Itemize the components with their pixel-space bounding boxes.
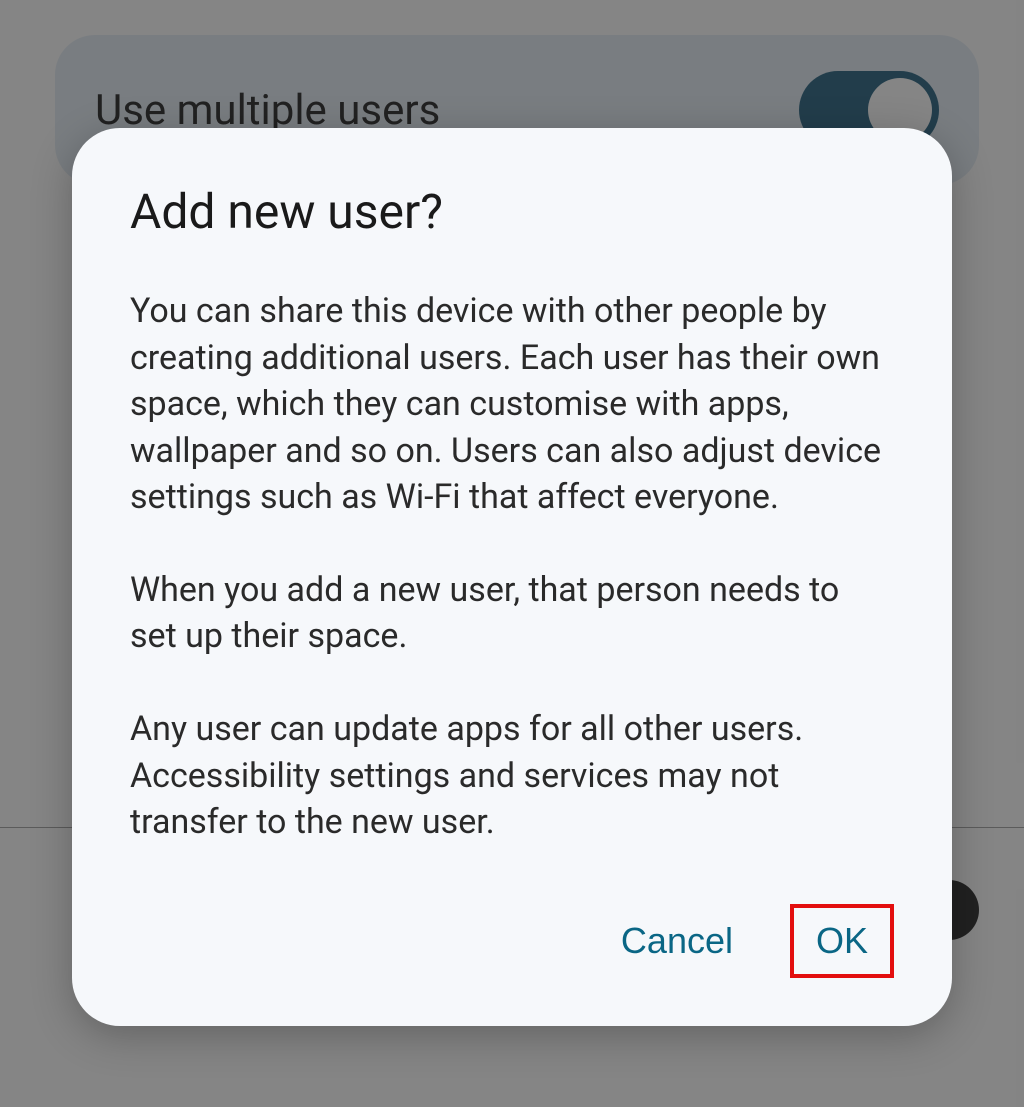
- dialog-paragraph: Any user can update apps for all other u…: [130, 706, 894, 846]
- dialog-paragraph: When you add a new user, that person nee…: [130, 567, 894, 660]
- ok-button-highlight: OK: [790, 904, 894, 978]
- add-user-dialog: Add new user? You can share this device …: [72, 128, 952, 1026]
- dialog-actions: Cancel OK: [130, 904, 894, 978]
- ok-button[interactable]: OK: [816, 920, 868, 962]
- dialog-paragraph: You can share this device with other peo…: [130, 288, 894, 521]
- dialog-title: Add new user?: [130, 183, 894, 240]
- dialog-body: You can share this device with other peo…: [130, 288, 894, 846]
- cancel-button[interactable]: Cancel: [609, 906, 745, 976]
